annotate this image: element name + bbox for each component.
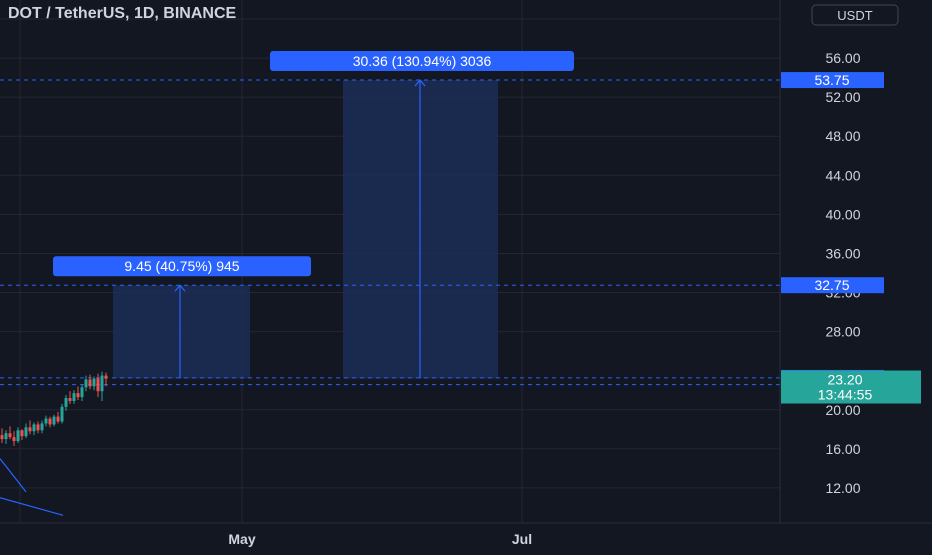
price-range-label: 30.36 (130.94%) 3036 — [353, 53, 492, 69]
candle-body — [80, 387, 84, 398]
candle-body — [36, 424, 40, 431]
candle-body — [64, 398, 68, 407]
candle-body — [28, 427, 32, 432]
candle-body — [32, 424, 36, 432]
candle-body — [92, 378, 96, 387]
chart-root[interactable]: 9.45 (40.75%) 945 30.36 (130.94%) 3036 12… — [0, 0, 932, 550]
price-chart[interactable]: 9.45 (40.75%) 945 30.36 (130.94%) 3036 12… — [0, 0, 932, 550]
candle-body — [84, 379, 88, 388]
symbol-title[interactable]: DOT / TetherUS, 1D, BINANCE — [8, 5, 237, 22]
candle-body — [44, 418, 48, 424]
price-axis-tick-label: 48.00 — [825, 128, 860, 144]
price-axis-tick-label: 36.00 — [825, 245, 860, 261]
candle-body — [40, 423, 44, 431]
price-axis-tick-label: 20.00 — [825, 402, 860, 418]
level-price-tag-label: 32.75 — [814, 277, 849, 293]
candle-body — [12, 437, 16, 442]
candle-body — [52, 416, 56, 425]
candle-body — [100, 375, 104, 392]
price-range-label: 9.45 (40.75%) 945 — [124, 258, 239, 274]
price-axis-tick-label: 56.00 — [825, 50, 860, 66]
candle-body — [20, 430, 24, 437]
candle-body — [0, 435, 4, 440]
last-price-countdown: 13:44:55 — [818, 387, 873, 403]
candle-body — [4, 433, 8, 440]
candle-body — [104, 375, 108, 379]
candle-body — [88, 379, 92, 387]
price-range-box[interactable] — [113, 285, 250, 379]
price-axis-tick-label: 12.00 — [825, 480, 860, 496]
candle-body — [16, 430, 20, 442]
candle-body — [24, 427, 28, 437]
candle-body — [56, 416, 60, 422]
candle-body — [60, 406, 64, 422]
price-axis-tick-label: 44.00 — [825, 167, 860, 183]
time-axis-label: May — [228, 531, 255, 547]
price-axis-tick-label: 28.00 — [825, 324, 860, 340]
last-price-value: 23.20 — [827, 372, 862, 388]
level-price-tag-label: 53.75 — [814, 72, 849, 88]
candle-body — [96, 378, 100, 392]
candle-body — [48, 418, 52, 425]
candle-body — [76, 393, 80, 398]
candle-body — [68, 398, 72, 401]
price-axis-tick-label: 40.00 — [825, 206, 860, 222]
candle-body — [72, 393, 76, 401]
time-axis-label: Jul — [512, 531, 532, 547]
price-axis-tick-label: 16.00 — [825, 441, 860, 457]
currency-label: USDT — [837, 8, 872, 23]
price-axis-tick-label: 52.00 — [825, 89, 860, 105]
candle-body — [8, 433, 12, 438]
